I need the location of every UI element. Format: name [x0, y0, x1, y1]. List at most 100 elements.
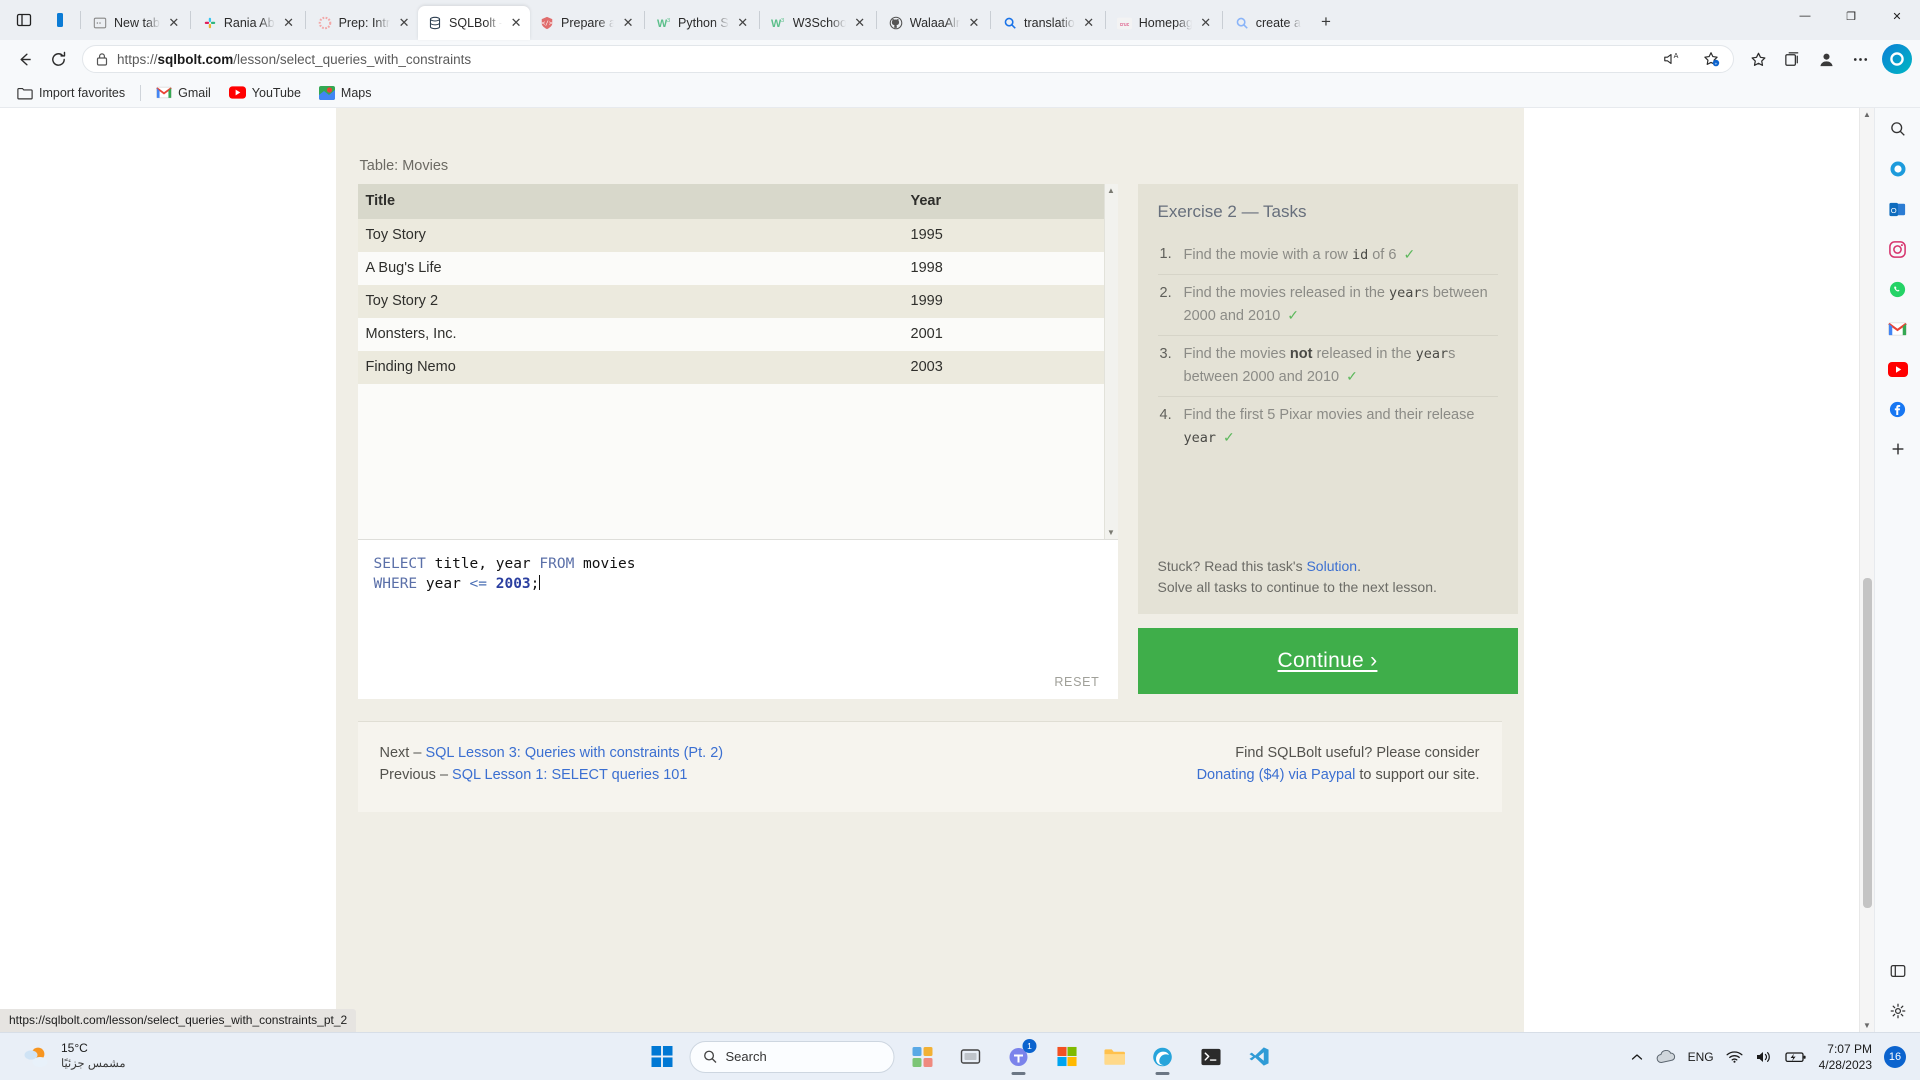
start-button[interactable] — [642, 1037, 682, 1077]
facebook-icon[interactable] — [1883, 394, 1913, 424]
scroll-up-arrow-icon[interactable]: ▲ — [1107, 186, 1115, 195]
collections-button[interactable] — [1776, 44, 1808, 74]
browser-tab-6[interactable]: W3 W3Schoo ✕ — [762, 6, 874, 40]
tray-chevron-up-icon[interactable] — [1630, 1051, 1644, 1063]
next-lesson-link[interactable]: SQL Lesson 3: Queries with constraints (… — [425, 745, 723, 761]
widgets-icon[interactable] — [903, 1037, 943, 1077]
tab-close-icon[interactable]: ✕ — [852, 15, 868, 31]
edge-sidebar: O — [1874, 108, 1920, 1032]
add-favorite-icon[interactable]: + — [1695, 44, 1727, 74]
minimize-button[interactable]: — — [1782, 0, 1828, 32]
taskbar-search-box[interactable]: Search — [689, 1040, 895, 1073]
vertical-tabs-icon[interactable] — [42, 3, 78, 37]
browser-tab-2[interactable]: Prep: Intr ✕ — [308, 6, 418, 40]
tab-close-icon[interactable]: ✕ — [396, 15, 412, 31]
tab-divider — [875, 11, 877, 29]
tab-close-icon[interactable]: ✕ — [620, 15, 636, 31]
settings-and-more-button[interactable] — [1844, 44, 1876, 74]
clock[interactable]: 7:07 PM 4/28/2023 — [1819, 1041, 1872, 1073]
sql-editor[interactable]: SELECT title, year FROM movies WHERE yea… — [357, 539, 1118, 699]
copilot-icon[interactable] — [1883, 154, 1913, 184]
browser-tab-0[interactable]: New tab ✕ — [83, 6, 188, 40]
cell-title: A Bug's Life — [365, 260, 442, 276]
browser-tab-4[interactable]: </> Prepare a ✕ — [530, 6, 642, 40]
emphasis-not: not — [1289, 346, 1313, 362]
reload-button[interactable] — [42, 44, 74, 74]
gmail-icon[interactable] — [1883, 314, 1913, 344]
edge-icon[interactable] — [1143, 1037, 1183, 1077]
favorites-button[interactable] — [1742, 44, 1774, 74]
tab-close-icon[interactable]: ✕ — [508, 15, 524, 31]
browser-tab-8[interactable]: translatio ✕ — [993, 6, 1103, 40]
address-bar[interactable]: https://sqlbolt.com/lesson/select_querie… — [82, 45, 1734, 73]
w3schools-icon: W3 — [771, 15, 787, 31]
bookmark-gmail[interactable]: Gmail — [149, 82, 218, 104]
onedrive-cloud-icon[interactable] — [1656, 1049, 1676, 1064]
svg-text:3: 3 — [667, 18, 670, 24]
language-indicator[interactable]: ENG — [1688, 1050, 1714, 1064]
browser-essentials-icon[interactable] — [1883, 956, 1913, 986]
tab-close-icon[interactable]: ✕ — [281, 15, 297, 31]
continue-button[interactable]: Continue › — [1137, 628, 1518, 694]
vscode-icon[interactable] — [1239, 1037, 1279, 1077]
search-icon[interactable] — [1883, 114, 1913, 144]
instagram-icon[interactable] — [1883, 234, 1913, 264]
scroll-down-arrow-icon[interactable]: ▼ — [1863, 1021, 1871, 1030]
bookmark-import-favorites[interactable]: Import favorites — [10, 82, 132, 104]
browser-tab-1[interactable]: Rania Ab ✕ — [193, 6, 303, 40]
youtube-icon[interactable] — [1883, 354, 1913, 384]
tab-actions-button[interactable] — [6, 3, 42, 37]
tab-title: Python S — [678, 16, 729, 30]
close-window-button[interactable]: ✕ — [1874, 0, 1920, 32]
maximize-button[interactable]: ❐ — [1828, 0, 1874, 32]
reset-button[interactable]: RESET — [1054, 675, 1099, 689]
file-explorer-icon[interactable] — [1095, 1037, 1135, 1077]
copilot-button[interactable] — [1882, 44, 1912, 74]
teams-icon[interactable]: 1 — [999, 1037, 1039, 1077]
solution-link[interactable]: Solution — [1306, 558, 1357, 574]
previous-lesson-link[interactable]: SQL Lesson 1: SELECT queries 101 — [452, 767, 687, 783]
browser-tab-7[interactable]: WalaaAlr ✕ — [879, 6, 988, 40]
column-header-title: Title — [357, 184, 903, 219]
solve-note: Solve all tasks to continue to the next … — [1157, 579, 1437, 595]
tab-close-icon[interactable]: ✕ — [735, 15, 751, 31]
dots-circle-icon — [317, 15, 333, 31]
browser-tab-3-active[interactable]: SQLBolt - ✕ — [418, 6, 531, 40]
browser-tab-10[interactable]: create a — [1225, 6, 1307, 40]
new-tab-button[interactable]: + — [1311, 7, 1341, 37]
add-tool-icon[interactable] — [1883, 434, 1913, 464]
outlook-icon[interactable]: O — [1883, 194, 1913, 224]
sql-number: 2003 — [487, 576, 531, 592]
volume-icon[interactable] — [1755, 1050, 1773, 1064]
bookmark-maps[interactable]: Maps — [312, 82, 379, 104]
taskview-icon[interactable] — [951, 1037, 991, 1077]
battery-charging-icon[interactable] — [1784, 1050, 1807, 1064]
read-aloud-icon[interactable]: A — [1655, 44, 1687, 74]
donate-link[interactable]: Donating ($4) via Paypal — [1197, 767, 1356, 783]
store-icon[interactable] — [1047, 1037, 1087, 1077]
sql-code[interactable]: SELECT title, year FROM movies WHERE yea… — [358, 554, 1118, 594]
browser-tab-9[interactable]: cruc Homepag ✕ — [1108, 6, 1220, 40]
terminal-icon[interactable] — [1191, 1037, 1231, 1077]
results-scrollbar[interactable]: ▲ ▼ — [1103, 184, 1118, 539]
tab-close-icon[interactable]: ✕ — [166, 15, 182, 31]
back-button[interactable] — [8, 44, 40, 74]
scroll-down-arrow-icon[interactable]: ▼ — [1107, 528, 1115, 537]
browser-tab-5[interactable]: W3 Python S ✕ — [647, 6, 757, 40]
whatsapp-icon[interactable] — [1883, 274, 1913, 304]
scroll-up-arrow-icon[interactable]: ▲ — [1863, 110, 1871, 119]
scrollbar-thumb[interactable] — [1863, 578, 1872, 908]
lesson-footer: Next – SQL Lesson 3: Queries with constr… — [357, 721, 1502, 812]
settings-icon[interactable] — [1883, 996, 1913, 1026]
wifi-icon[interactable] — [1726, 1050, 1743, 1064]
bookmark-youtube[interactable]: YouTube — [222, 82, 308, 104]
page-scrollbar[interactable]: ▲ ▼ — [1859, 108, 1874, 1032]
tab-close-icon[interactable]: ✕ — [1081, 15, 1097, 31]
tab-close-icon[interactable]: ✕ — [966, 15, 982, 31]
notification-count-badge[interactable]: 16 — [1884, 1045, 1906, 1068]
tab-title: Prep: Intr — [338, 16, 391, 30]
weather-widget[interactable]: 15°C مشمس جزئيًا — [0, 1041, 126, 1072]
svg-text:3: 3 — [781, 18, 784, 24]
profile-button[interactable] — [1810, 44, 1842, 74]
tab-close-icon[interactable]: ✕ — [1198, 15, 1214, 31]
